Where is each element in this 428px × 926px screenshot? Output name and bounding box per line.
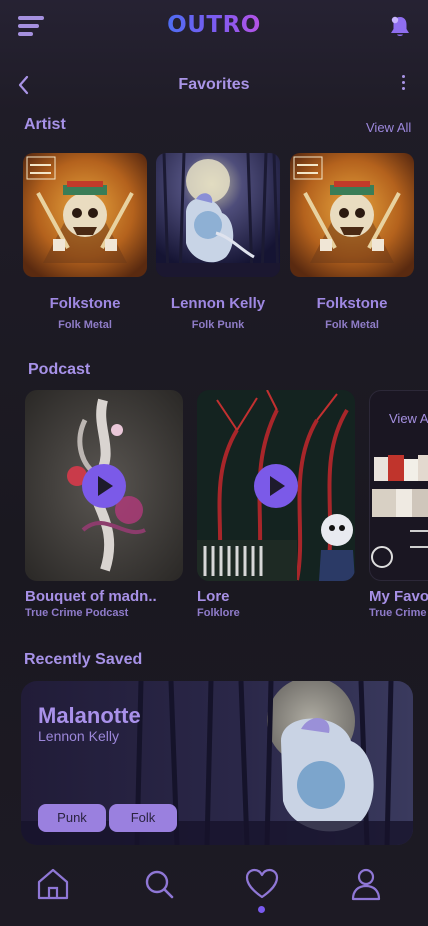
podcast-title: Bouquet of madn..	[25, 588, 157, 605]
genre-tag-folk[interactable]: Folk	[109, 804, 177, 832]
home-icon[interactable]	[35, 866, 71, 902]
artist-cover-image	[23, 153, 147, 277]
artist-name: Lennon Kelly	[170, 295, 266, 312]
artist-card[interactable]: Lennon Kelly Folk Punk	[156, 153, 280, 331]
play-button[interactable]	[82, 464, 126, 508]
play-button[interactable]	[254, 464, 298, 508]
artist-card[interactable]: Folkstone Folk Metal	[290, 153, 414, 331]
recently-saved-section-title: Recently Saved	[24, 651, 143, 668]
profile-icon[interactable]	[348, 866, 384, 902]
app-screen: OUTRO Favorites Artist View All Folkston…	[0, 0, 428, 926]
podcast-cover-image	[25, 390, 183, 581]
heart-icon[interactable]	[244, 866, 280, 902]
artist-name: Folkstone	[316, 295, 388, 312]
podcast-card[interactable]: View A My Favo True Crime	[369, 390, 428, 619]
active-tab-indicator	[258, 906, 265, 913]
artist-section-title: Artist	[24, 116, 66, 133]
more-options-icon[interactable]	[398, 75, 408, 93]
bell-icon[interactable]	[389, 15, 411, 39]
artist-genre: Folk Metal	[58, 319, 112, 331]
artist-cover-image	[290, 153, 414, 277]
artist-genre: Folk Metal	[325, 319, 379, 331]
search-icon[interactable]	[141, 866, 177, 902]
page-title: Favorites	[178, 76, 250, 93]
podcast-title: Lore	[197, 588, 230, 605]
recently-saved-card[interactable]: Malanotte Lennon Kelly Punk Folk	[21, 681, 413, 845]
podcast-section-title: Podcast	[28, 361, 91, 378]
artist-name: Folkstone	[49, 295, 121, 312]
app-logo: OUTRO	[167, 12, 261, 38]
podcast-subtitle: Folklore	[197, 607, 240, 619]
genre-tag-punk[interactable]: Punk	[38, 804, 106, 832]
podcast-subtitle: True Crime	[369, 607, 427, 619]
artist-card[interactable]: Folkstone Folk Metal	[23, 153, 147, 331]
top-bar: OUTRO	[0, 0, 428, 58]
podcast-view-all-overlay[interactable]: View A	[389, 411, 428, 426]
podcast-cover-image	[197, 390, 355, 581]
artist-view-all-link[interactable]: View All	[366, 120, 411, 135]
bottom-navigation	[0, 858, 428, 926]
podcast-card[interactable]: Lore Folklore	[197, 390, 355, 619]
saved-track-artist: Lennon Kelly	[38, 728, 119, 744]
artist-genre: Folk Punk	[191, 319, 245, 331]
podcast-title: My Favo	[369, 588, 428, 605]
podcast-subtitle: True Crime Podcast	[25, 607, 129, 619]
podcast-card[interactable]: Bouquet of madn.. True Crime Podcast	[25, 390, 183, 619]
saved-track-title: Malanotte	[38, 703, 141, 728]
artist-cover-image	[156, 153, 280, 277]
podcast-cover-image: View A	[369, 390, 428, 581]
